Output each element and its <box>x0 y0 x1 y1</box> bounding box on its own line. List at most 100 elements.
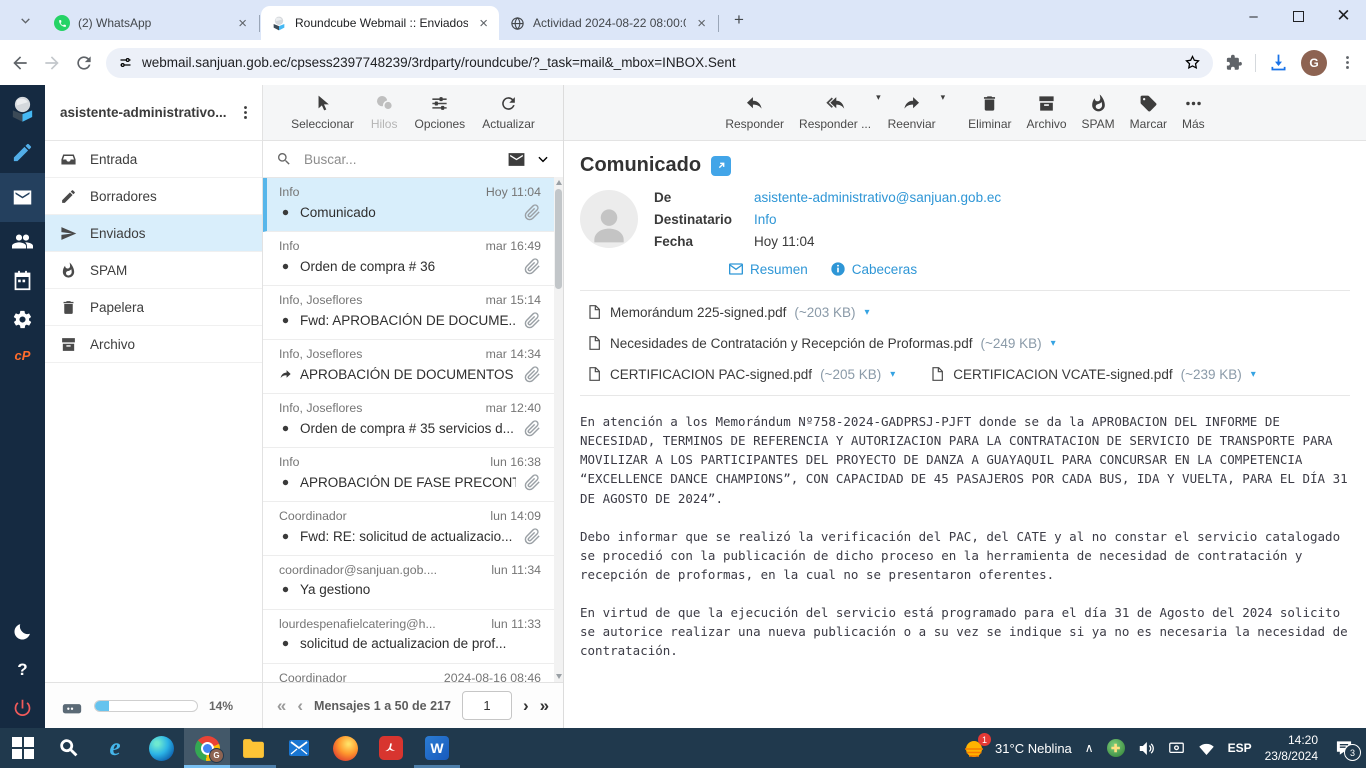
last-page-icon[interactable]: » <box>540 696 549 716</box>
folder-item[interactable]: Enviados <box>45 215 262 252</box>
message-list-item[interactable]: Info, Joseflores mar 15:14 Fwd: APROBACI… <box>263 286 563 340</box>
list-scrollbar[interactable] <box>554 177 563 682</box>
extensions-icon[interactable] <box>1225 54 1243 72</box>
delete-button[interactable]: Eliminar <box>968 94 1012 131</box>
scroll-up-arrow[interactable] <box>555 180 562 185</box>
url-bar[interactable]: webmail.sanjuan.gob.ec/cpsess2397748239/… <box>106 47 1213 78</box>
threads-button[interactable]: Hilos <box>371 94 397 131</box>
message-list-item[interactable]: Coordinador lun 14:09 Fwd: RE: solicitud… <box>263 502 563 556</box>
message-list-item[interactable]: Info lun 16:38 APROBACIÓN DE FASE PRECON… <box>263 448 563 502</box>
reply-button[interactable]: Responder <box>725 94 784 131</box>
attachment-name[interactable]: Necesidades de Contratación y Recepción … <box>610 336 972 351</box>
account-menu-icon[interactable] <box>237 104 254 121</box>
rail-contacts-icon[interactable] <box>0 222 45 261</box>
start-button[interactable] <box>0 728 46 768</box>
tab-close-icon[interactable]: × <box>476 15 491 32</box>
forward-button[interactable]: Reenviar <box>888 94 936 131</box>
headers-link[interactable]: Cabeceras <box>830 261 917 277</box>
summary-link[interactable]: Resumen <box>728 261 808 277</box>
options-button[interactable]: Opciones <box>414 94 465 131</box>
close-button[interactable]: ✕ <box>1321 0 1366 32</box>
taskbar-ie-button[interactable]: e <box>92 728 138 768</box>
page-number-input[interactable] <box>461 691 512 720</box>
back-icon[interactable] <box>10 53 30 73</box>
taskbar-acrobat-button[interactable] <box>368 728 414 768</box>
tab-search-chevron-icon[interactable] <box>10 5 40 35</box>
attachment-dropdown-caret[interactable]: ▾ <box>865 307 870 318</box>
attachment-item[interactable]: CERTIFICACION PAC-signed.pdf (~205 KB) ▾ <box>586 362 895 386</box>
prev-page-icon[interactable]: ‹ <box>297 696 303 716</box>
tab-close-icon[interactable]: × <box>694 15 709 32</box>
message-list-item[interactable]: Info Hoy 11:04 Comunicado <box>263 178 563 232</box>
spam-button[interactable]: SPAM <box>1082 94 1115 131</box>
minimize-button[interactable]: – <box>1231 0 1276 32</box>
attachment-name[interactable]: Memorándum 225-signed.pdf <box>610 305 786 320</box>
bookmark-star-icon[interactable] <box>1184 54 1201 71</box>
tray-expand-chevron-icon[interactable]: ∧ <box>1085 741 1094 755</box>
taskbar-clock[interactable]: 14:20 23/8/2024 <box>1265 732 1318 764</box>
scrollbar-thumb[interactable] <box>555 189 562 289</box>
dark-mode-moon-icon[interactable] <box>0 612 45 651</box>
attachment-name[interactable]: CERTIFICACION PAC-signed.pdf <box>610 367 812 382</box>
message-list-item[interactable]: Info, Joseflores mar 12:40 Orden de comp… <box>263 394 563 448</box>
reload-icon[interactable] <box>74 53 94 73</box>
taskbar-search-button[interactable] <box>46 728 92 768</box>
folder-item[interactable]: Papelera <box>45 289 262 326</box>
rail-calendar-icon[interactable] <box>0 261 45 300</box>
search-icon[interactable] <box>276 151 292 167</box>
tab-whatsapp[interactable]: (2) WhatsApp × <box>44 6 258 40</box>
archive-button[interactable]: Archivo <box>1027 94 1067 131</box>
attachment-dropdown-caret[interactable]: ▾ <box>1251 369 1256 380</box>
first-page-icon[interactable]: « <box>277 696 286 716</box>
open-in-new-window-icon[interactable] <box>711 155 732 176</box>
logout-power-icon[interactable] <box>0 689 45 728</box>
language-indicator[interactable]: ESP <box>1228 741 1252 755</box>
url-text[interactable]: webmail.sanjuan.gob.ec/cpsess2397748239/… <box>142 55 1175 70</box>
more-button[interactable]: Más <box>1182 94 1205 131</box>
folder-item[interactable]: Borradores <box>45 178 262 215</box>
scroll-down-arrow[interactable] <box>555 674 562 679</box>
new-tab-button[interactable]: + <box>726 7 752 33</box>
taskbar-word-button[interactable]: W <box>414 728 460 768</box>
folder-item[interactable]: Archivo <box>45 326 262 363</box>
attachment-dropdown-caret[interactable]: ▾ <box>1051 338 1056 349</box>
reply-all-dropdown-caret[interactable]: ▾ <box>876 92 881 103</box>
taskbar-edge-button[interactable] <box>138 728 184 768</box>
search-input[interactable] <box>302 150 497 168</box>
rail-mail-icon[interactable] <box>0 173 45 222</box>
browser-menu-icon[interactable] <box>1339 54 1356 71</box>
compose-button[interactable] <box>0 132 45 173</box>
wifi-icon[interactable] <box>1198 740 1215 757</box>
message-list-item[interactable]: Info mar 16:49 Orden de compra # 36 <box>263 232 563 286</box>
taskbar-chrome-button[interactable]: G <box>184 728 230 768</box>
message-list-item[interactable]: coordinador@sanjuan.gob.... lun 11:34 Ya… <box>263 556 563 610</box>
tab-roundcube-active[interactable]: Roundcube Webmail :: Enviados × <box>261 6 499 40</box>
action-center-icon[interactable]: 3 <box>1334 738 1361 761</box>
search-scope-mail-icon[interactable] <box>507 150 526 169</box>
site-settings-icon[interactable] <box>118 55 133 70</box>
attachment-name[interactable]: CERTIFICACION VCATE-signed.pdf <box>953 367 1172 382</box>
weather-widget[interactable]: 1 31°C Neblina <box>961 733 1072 760</box>
antivirus-tray-icon[interactable]: ✚ <box>1106 739 1125 757</box>
forward-dropdown-caret[interactable]: ▾ <box>941 92 946 103</box>
select-button[interactable]: Seleccionar <box>291 94 354 131</box>
forward-icon[interactable] <box>42 53 62 73</box>
tab-actividad[interactable]: Actividad 2024-08-22 08:00:00 × <box>499 6 717 40</box>
from-address-link[interactable]: asistente-administrativo@sanjuan.gob.ec <box>754 190 1001 205</box>
attachment-item[interactable]: CERTIFICACION VCATE-signed.pdf (~239 KB)… <box>929 362 1256 386</box>
profile-avatar[interactable]: G <box>1301 49 1327 76</box>
downloads-icon[interactable] <box>1268 52 1289 73</box>
attachment-item[interactable]: Necesidades de Contratación y Recepción … <box>586 331 1344 355</box>
mark-button[interactable]: Marcar <box>1130 94 1167 131</box>
display-cast-icon[interactable] <box>1168 740 1185 757</box>
rail-settings-gear-icon[interactable] <box>0 300 45 339</box>
folder-item[interactable]: Entrada <box>45 141 262 178</box>
to-recipient-link[interactable]: Info <box>754 212 1001 227</box>
reply-all-button[interactable]: Responder ... <box>799 94 871 131</box>
next-page-icon[interactable]: › <box>523 696 529 716</box>
taskbar-firefox-button[interactable] <box>322 728 368 768</box>
message-list-item[interactable]: Info, Joseflores mar 14:34 APROBACIÓN DE… <box>263 340 563 394</box>
volume-icon[interactable] <box>1138 740 1155 757</box>
attachment-dropdown-caret[interactable]: ▾ <box>890 369 895 380</box>
cpanel-icon[interactable]: cP <box>0 339 45 372</box>
